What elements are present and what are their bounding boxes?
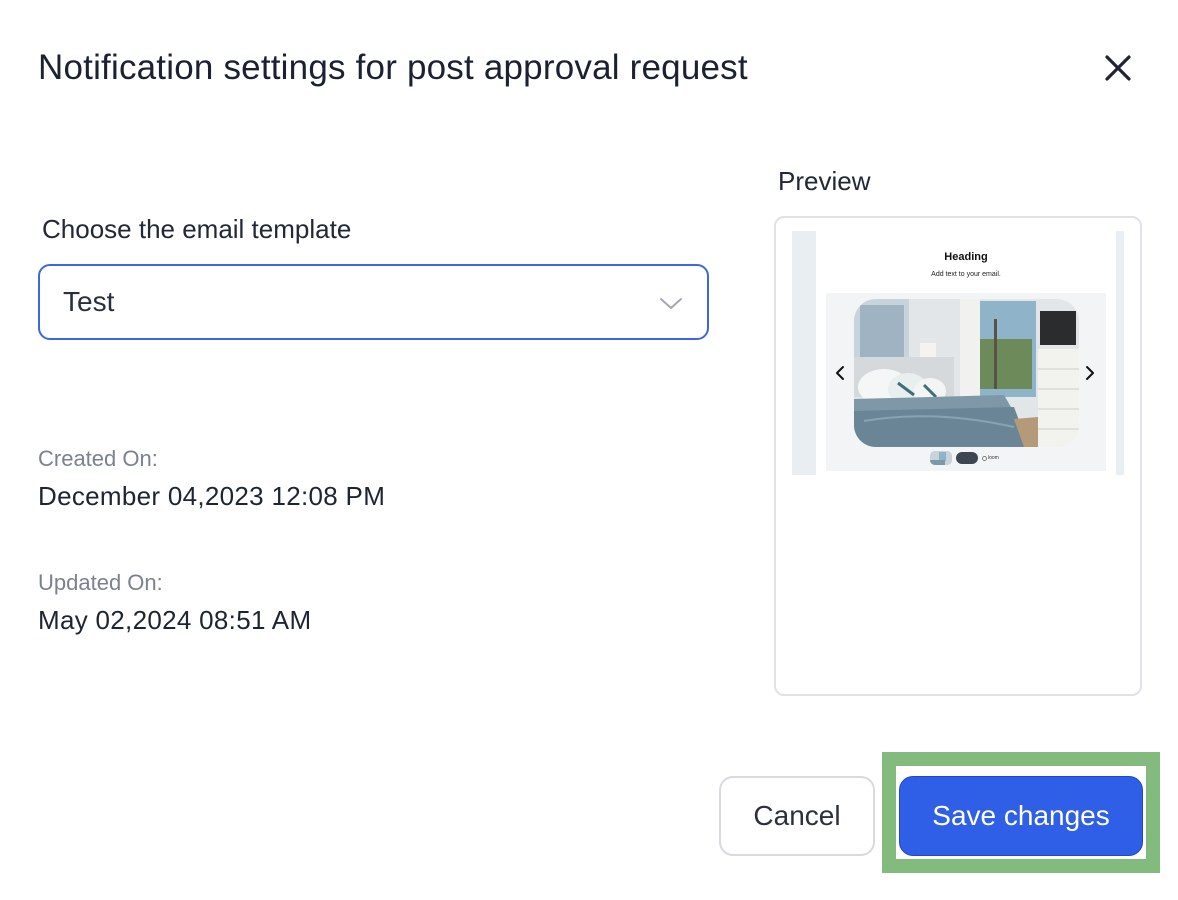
loom-tag-text: loom: [988, 455, 999, 461]
email-template-selected-value: Test: [63, 286, 115, 317]
email-preview-text: Add text to your email.: [931, 271, 1001, 278]
save-changes-button[interactable]: Save changes: [899, 776, 1143, 856]
updated-on-value: May 02,2024 08:51 AM: [38, 605, 312, 635]
bedroom-photo: [854, 299, 1079, 447]
updated-on-label: Updated On:: [38, 570, 163, 595]
chevron-down-icon: [660, 298, 682, 309]
image-carousel: loom: [826, 293, 1106, 471]
chevron-right-icon[interactable]: [1084, 365, 1096, 381]
preview-label: Preview: [778, 166, 871, 196]
modal-title: Notification settings for post approval …: [38, 48, 748, 87]
notification-settings-modal: Notification settings for post approval …: [0, 0, 1178, 900]
close-icon: [1105, 55, 1131, 81]
loom-tag: loom: [982, 455, 999, 461]
cancel-button[interactable]: Cancel: [719, 776, 875, 856]
created-on-label: Created On:: [38, 446, 158, 471]
email-preview-panel: Heading Add text to your email. loom: [774, 216, 1142, 696]
chevron-left-icon[interactable]: [834, 365, 846, 381]
thumbnail-video[interactable]: [956, 452, 978, 464]
carousel-thumbnails: loom: [930, 451, 999, 465]
email-preview-body: Heading Add text to your email. loom: [816, 231, 1116, 475]
loom-logo-icon: [982, 455, 987, 461]
email-template-select[interactable]: Test: [38, 264, 709, 340]
close-button[interactable]: [1098, 48, 1138, 88]
template-field-label: Choose the email template: [42, 214, 352, 244]
created-on-value: December 04,2023 12:08 PM: [38, 481, 386, 511]
email-preview-heading: Heading: [944, 251, 988, 263]
email-preview-frame: Heading Add text to your email. loom: [792, 231, 1124, 475]
thumbnail-photo[interactable]: [930, 451, 952, 465]
